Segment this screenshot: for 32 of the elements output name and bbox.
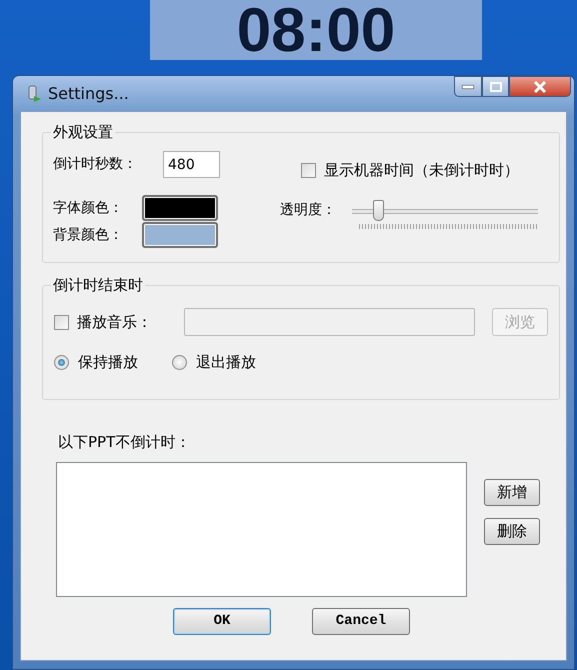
close-button[interactable] [509, 76, 571, 97]
checkbox-label: 播放音乐： [77, 312, 153, 333]
slider-thumb[interactable] [373, 200, 384, 220]
background-color-swatch[interactable] [142, 222, 218, 248]
clock-time: 08:00 [236, 2, 396, 60]
radio-button[interactable] [172, 354, 187, 370]
minimize-icon [462, 84, 474, 88]
field-label: 倒计时秒数： [53, 155, 138, 174]
field-label: 背景颜色： [53, 226, 124, 244]
maximize-button[interactable] [482, 76, 509, 97]
seconds-field[interactable]: 480 [163, 151, 220, 178]
checkbox-label: 显示机器时间（未倒计时时） [324, 160, 519, 181]
cancel-button[interactable]: Cancel [312, 608, 410, 634]
checkbox[interactable] [54, 314, 69, 330]
field-label: 透明度： [280, 200, 337, 220]
maximize-icon [490, 82, 502, 92]
checkbox[interactable] [301, 162, 316, 178]
list-label: 以下PPT不倒计时： [58, 432, 190, 453]
add-button[interactable]: 新增 [484, 478, 540, 506]
field-label: 字体颜色： [53, 198, 124, 218]
radio-label: 保持播放 [78, 352, 138, 373]
close-icon [533, 80, 547, 92]
delete-button[interactable]: 删除 [484, 518, 540, 544]
radio-button[interactable] [54, 354, 69, 370]
radio-label: 退出播放 [196, 352, 256, 373]
app-icon [26, 84, 42, 102]
window-title: Settings... [48, 82, 129, 104]
ok-button[interactable]: OK [173, 608, 271, 634]
group-title: 倒计时结束时 [51, 275, 145, 295]
group-title: 外观设置 [51, 122, 115, 142]
font-color-swatch[interactable] [142, 195, 218, 221]
minimize-button[interactable] [454, 76, 482, 97]
